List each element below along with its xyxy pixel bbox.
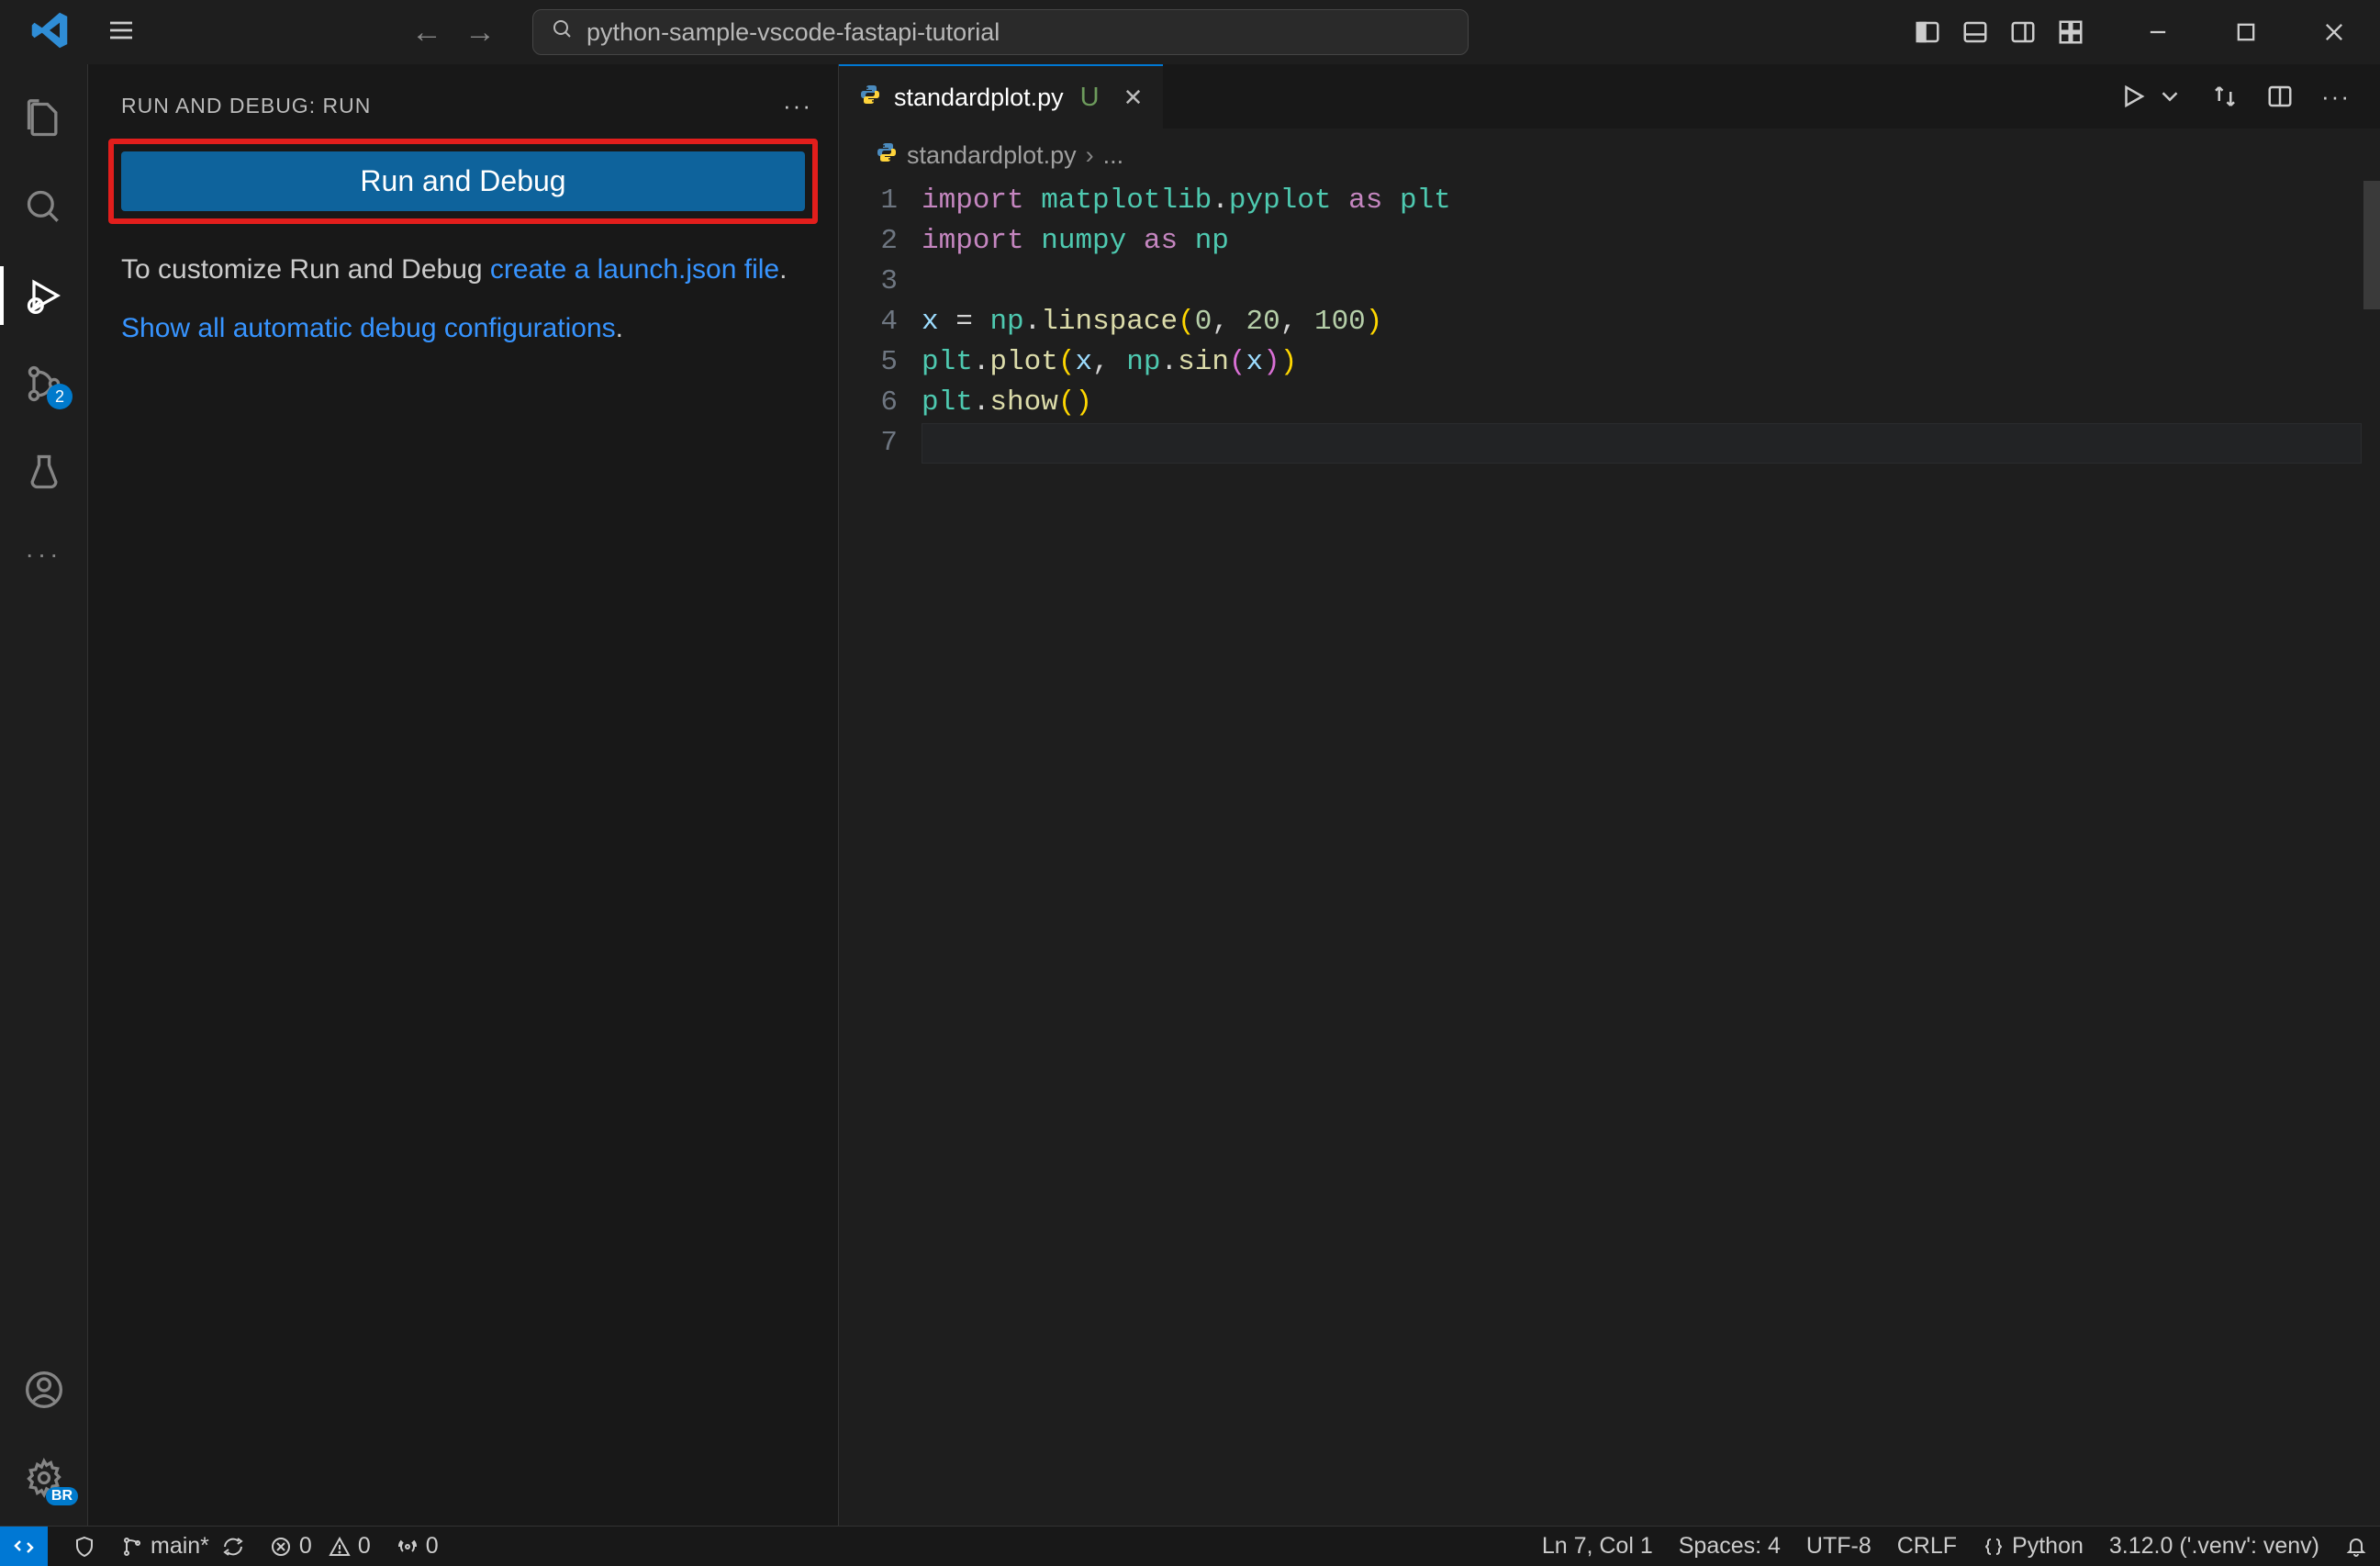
nav-arrows: ← →: [411, 15, 496, 50]
breadcrumb[interactable]: standardplot.py › ...: [839, 129, 2380, 177]
settings-badge: BR: [46, 1487, 78, 1505]
line-number: 2: [839, 221, 898, 262]
activity-search[interactable]: [0, 178, 87, 237]
search-text: python-sample-vscode-fastapi-tutorial: [587, 18, 1000, 47]
nav-back-icon[interactable]: ←: [411, 15, 442, 50]
sidebar-body: To customize Run and Debug create a laun…: [88, 224, 838, 366]
status-python-interpreter[interactable]: 3.12.0 ('.venv': venv): [2096, 1533, 2332, 1560]
status-notifications-icon[interactable]: [2332, 1536, 2380, 1558]
window-controls: [1914, 18, 2373, 46]
line-number: 3: [839, 262, 898, 302]
scrollbar-track[interactable]: [2362, 181, 2380, 1526]
activity-more[interactable]: ···: [0, 531, 87, 578]
activity-bar: 2 ··· BR: [0, 64, 88, 1526]
sidebar-title: RUN AND DEBUG: RUN: [121, 94, 371, 118]
status-trust[interactable]: [61, 1536, 108, 1558]
toggle-bottom-panel-icon[interactable]: [1961, 18, 1989, 46]
period1: .: [779, 254, 787, 285]
activity-explorer[interactable]: [0, 90, 87, 149]
maximize-icon[interactable]: [2233, 19, 2259, 45]
chevron-right-icon: ›: [1086, 141, 1094, 170]
activity-accounts[interactable]: [0, 1360, 87, 1419]
editor-actions: ···: [2119, 64, 2380, 129]
code-lines[interactable]: import matplotlib.pyplot as plt import n…: [922, 181, 2362, 1526]
line-number: 1: [839, 181, 898, 221]
toggle-left-panel-icon[interactable]: [1914, 18, 1941, 46]
breadcrumb-more: ...: [1103, 141, 1124, 170]
editor-area: standardplot.py U ✕ ··· standardplot.py …: [839, 64, 2380, 1526]
activity-source-control[interactable]: 2: [0, 354, 87, 413]
python-file-icon: [876, 141, 898, 170]
create-launch-link[interactable]: create a launch.json file: [490, 254, 779, 285]
vscode-logo-icon: [7, 10, 88, 55]
status-ports[interactable]: 0: [384, 1533, 452, 1560]
status-bar: main* 0 0 0 Ln 7, Col 1 Spaces: 4 UTF-8 …: [0, 1526, 2380, 1566]
close-window-icon[interactable]: [2321, 19, 2347, 45]
run-dropdown-icon[interactable]: [2156, 83, 2184, 110]
titlebar: ← → python-sample-vscode-fastapi-tutoria…: [0, 0, 2380, 64]
run-debug-sidebar: RUN AND DEBUG: RUN ··· Run and Debug To …: [88, 64, 839, 1526]
scrollbar-thumb[interactable]: [2363, 181, 2380, 309]
tab-row: standardplot.py U ✕ ···: [839, 64, 2380, 129]
line-number: 5: [839, 342, 898, 383]
command-center-search[interactable]: python-sample-vscode-fastapi-tutorial: [532, 9, 1469, 55]
python-file-icon: [859, 84, 881, 112]
language-name: Python: [2012, 1533, 2084, 1560]
code-editor[interactable]: 1 2 3 4 5 6 7 import matplotlib.pyplot a…: [839, 177, 2380, 1526]
line-number-gutter: 1 2 3 4 5 6 7: [839, 181, 922, 1526]
show-auto-debug-link[interactable]: Show all automatic debug configurations: [121, 313, 616, 343]
minimize-icon[interactable]: [2145, 19, 2171, 45]
period2: .: [616, 313, 623, 343]
remote-indicator[interactable]: [0, 1527, 48, 1566]
branch-name: main*: [151, 1533, 209, 1560]
ports-count: 0: [426, 1533, 439, 1560]
activity-testing[interactable]: [0, 442, 87, 501]
status-cursor-position[interactable]: Ln 7, Col 1: [1529, 1533, 1666, 1560]
scm-badge: 2: [47, 384, 73, 409]
tab-modified-indicator: U: [1080, 83, 1100, 113]
status-encoding[interactable]: UTF-8: [1793, 1533, 1884, 1560]
status-eol[interactable]: CRLF: [1884, 1533, 1970, 1560]
activity-settings[interactable]: BR: [0, 1449, 87, 1507]
search-icon: [552, 18, 574, 47]
toggle-right-panel-icon[interactable]: [2009, 18, 2037, 46]
menu-hamburger-icon[interactable]: [88, 8, 154, 57]
run-debug-highlight: Run and Debug: [108, 139, 818, 224]
breadcrumb-file: standardplot.py: [907, 141, 1077, 170]
split-editor-icon[interactable]: [2266, 83, 2294, 110]
run-and-debug-button[interactable]: Run and Debug: [121, 151, 805, 211]
compare-changes-icon[interactable]: [2211, 83, 2239, 110]
status-git-branch[interactable]: main*: [108, 1533, 257, 1560]
status-language-mode[interactable]: Python: [1970, 1533, 2096, 1560]
main-area: 2 ··· BR RUN AND DEBUG: RUN ··· Run and …: [0, 64, 2380, 1526]
status-problems[interactable]: 0 0: [257, 1533, 384, 1560]
run-file-icon[interactable]: [2119, 83, 2147, 110]
editor-more-icon[interactable]: ···: [2321, 83, 2351, 111]
line-number: 4: [839, 302, 898, 342]
activity-run-debug[interactable]: [0, 266, 87, 325]
sidebar-header: RUN AND DEBUG: RUN ···: [88, 64, 838, 139]
warning-count: 0: [358, 1533, 371, 1560]
line-number: 7: [839, 423, 898, 464]
line-number: 6: [839, 383, 898, 423]
tab-close-icon[interactable]: ✕: [1123, 84, 1144, 112]
tab-filename: standardplot.py: [894, 84, 1064, 112]
customize-text: To customize Run and Debug: [121, 254, 490, 285]
customize-layout-icon[interactable]: [2057, 18, 2084, 46]
error-count: 0: [299, 1533, 312, 1560]
nav-forward-icon[interactable]: →: [464, 15, 496, 50]
tab-standardplot[interactable]: standardplot.py U ✕: [839, 64, 1163, 129]
status-indentation[interactable]: Spaces: 4: [1666, 1533, 1793, 1560]
sidebar-more-icon[interactable]: ···: [783, 92, 812, 120]
